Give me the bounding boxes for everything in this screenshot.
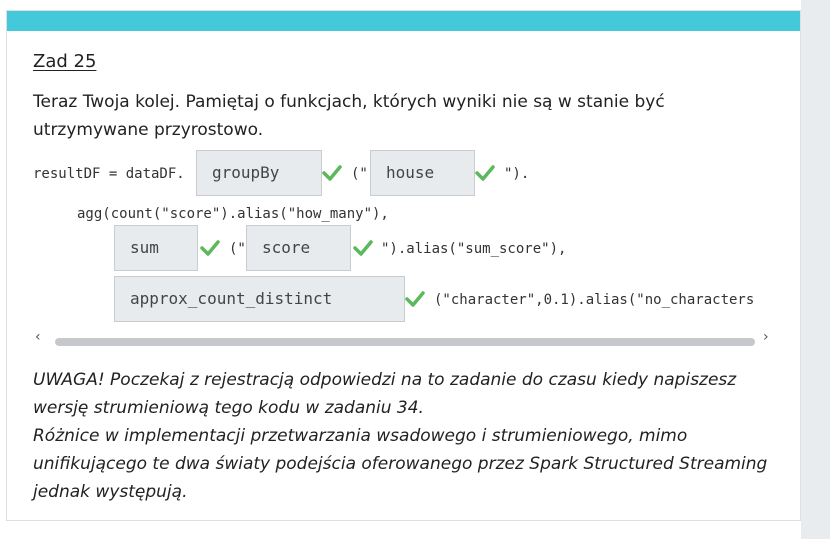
code-line2: agg(count("score").alias("how_many"), <box>77 206 389 222</box>
scroll-left-icon[interactable]: ‹ <box>35 329 41 345</box>
check-icon <box>353 240 373 256</box>
scroll-right-icon[interactable]: › <box>763 329 769 345</box>
code-line1-suffix: "). <box>504 166 530 182</box>
answer-groupby-field[interactable]: groupBy <box>196 150 322 196</box>
horizontal-scrollbar[interactable]: ‹ › <box>31 327 777 351</box>
check-icon <box>475 165 495 181</box>
card-top-bar <box>7 11 800 31</box>
code-line1-mid: (" <box>351 166 368 182</box>
task-title: Zad 25 <box>33 51 97 72</box>
task-intro: Teraz Twoja kolej. Pamiętaj o funkcjach,… <box>33 92 665 140</box>
answer-score-field[interactable]: score <box>246 225 351 271</box>
answer-house-field[interactable]: house <box>370 150 475 196</box>
answer-approx-count-distinct-field[interactable]: approx_count_distinct <box>114 276 405 322</box>
code-line3-mid: (" <box>229 241 246 257</box>
question-card: Zad 25 Teraz Twoja kolej. Pamiętaj o fun… <box>6 10 801 521</box>
warning-line2: Różnice w implementacji przetwarzania ws… <box>33 426 768 502</box>
check-icon <box>200 240 220 256</box>
code-line1-prefix: resultDF = dataDF. <box>33 166 185 182</box>
warning-line1: UWAGA! Poczekaj z rejestracją odpowiedzi… <box>33 370 737 418</box>
check-icon <box>322 165 342 181</box>
code-line4-suffix: ("character",0.1).alias("no_characters <box>434 292 755 308</box>
check-icon <box>405 291 425 307</box>
answer-sum-field[interactable]: sum <box>114 225 198 271</box>
code-line3-suffix: ").alias("sum_score"), <box>381 241 567 257</box>
warning-note: UWAGA! Poczekaj z rejestracją odpowiedzi… <box>33 366 783 506</box>
scrollbar-thumb[interactable] <box>55 338 755 346</box>
right-gutter <box>801 0 830 539</box>
